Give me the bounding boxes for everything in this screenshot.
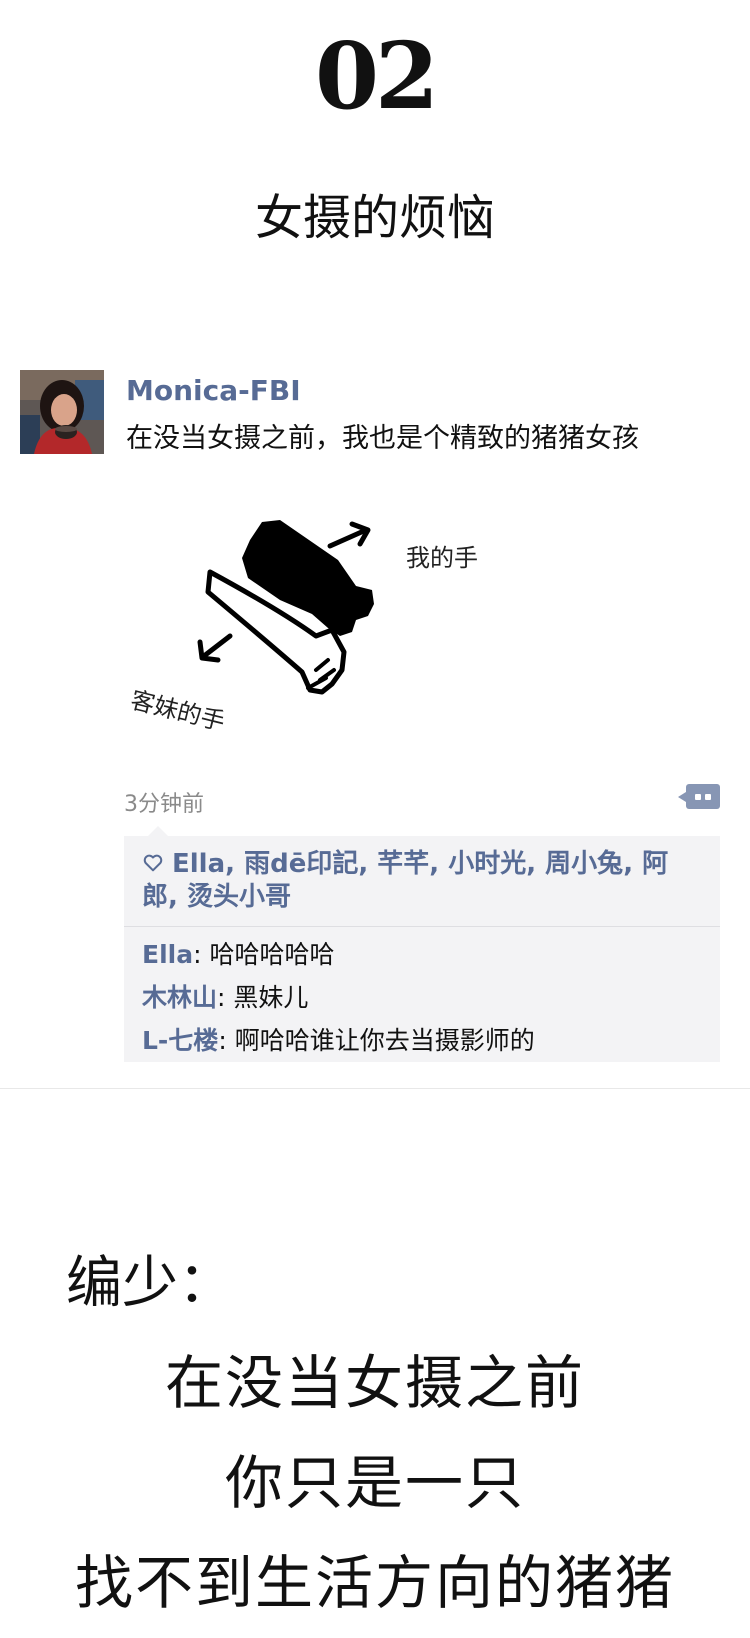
like-name[interactable]: 小时光 [448,849,526,879]
comment-text: 啊哈哈谁让你去当摄影师的 [234,1026,535,1055]
comment-author[interactable]: Ella [142,940,193,969]
editor-label: 编少： [66,1251,234,1316]
like-name[interactable]: 周小兔 [545,849,623,879]
post-time: 3分钟前 [124,792,204,817]
post-text: 在没当女摄之前，我也是个精致的猪猪女孩 [126,423,639,454]
caption-line: 在没当女摄之前 [164,1349,585,1417]
likes-comments-panel: Ella, 雨dē印記, 芊芊, 小时光, 周小兔, 阿郎, 烫头小哥 Ella… [124,826,720,1062]
section-number: 02 [314,22,439,130]
comment-item[interactable]: L-七楼: 啊哈哈谁让你去当摄影师的 [142,1019,704,1062]
comment-text: 哈哈哈哈哈 [209,940,335,969]
comment-text: 黑妹儿 [233,983,309,1012]
caption-line: 你只是一只 [224,1449,525,1517]
caption-line: 找不到生活方向的猪猪 [74,1549,675,1617]
label-my-hand: 我的手 [406,544,478,572]
comment-author[interactable]: L-七楼 [142,1026,218,1055]
comments-list: Ella: 哈哈哈哈哈 木林山: 黑妹儿 L-七楼: 啊哈哈谁让你去当摄影师的 [124,927,720,1062]
like-name[interactable]: 雨dē印記 [244,849,358,879]
heart-icon [143,854,163,872]
comment-item[interactable]: Ella: 哈哈哈哈哈 [142,933,704,976]
like-name[interactable]: 烫头小哥 [187,882,291,912]
like-name[interactable]: Ella [172,849,225,879]
divider [0,1088,750,1089]
post-username[interactable]: Monica-FBI [126,374,301,407]
section-title: 女摄的烦恼 [254,190,495,246]
likes-list: Ella, 雨dē印記, 芊芊, 小时光, 周小兔, 阿郎, 烫头小哥 [124,836,720,927]
like-name[interactable]: 芊芊 [377,849,429,879]
comment-item[interactable]: 木林山: 黑妹儿 [142,976,704,1019]
avatar[interactable] [20,370,104,454]
comment-author[interactable]: 木林山 [142,983,217,1012]
comment-icon[interactable] [678,784,720,809]
